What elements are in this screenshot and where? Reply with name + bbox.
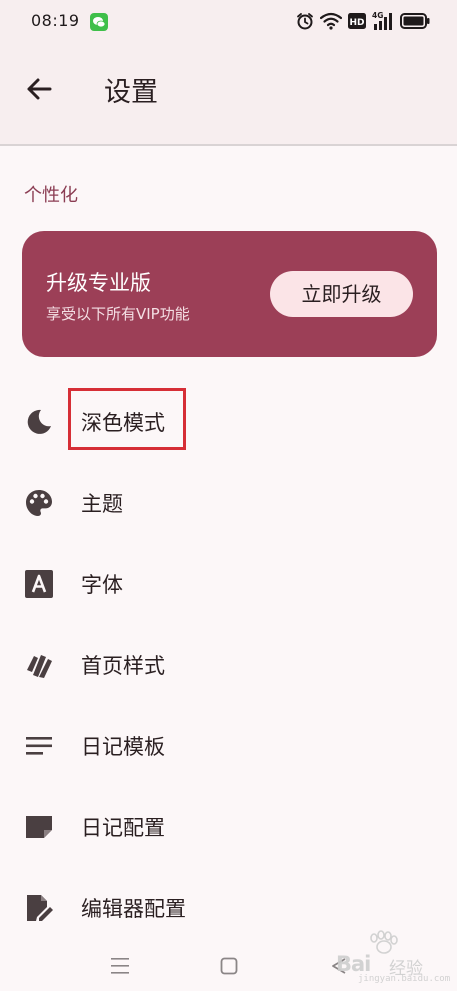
network-label: 4G	[372, 11, 383, 20]
setting-label-home-style: 首页样式	[81, 654, 165, 678]
baidu-watermark: Bai 经验 jingyan.baidu.com	[336, 930, 450, 986]
app-bar: 设置	[0, 44, 457, 144]
cards-icon	[27, 655, 52, 678]
note-icon	[26, 816, 52, 838]
status-time: 08:19	[31, 11, 80, 30]
arrow-left-icon[interactable]	[22, 72, 56, 106]
wechat-icon	[90, 13, 108, 31]
app-bar-divider	[0, 144, 457, 146]
upgrade-pro-card[interactable]: 升级专业版 享受以下所有VIP功能 立即升级	[22, 231, 437, 357]
moon-icon	[27, 409, 51, 434]
setting-item-dark-mode[interactable]: 深色模式	[0, 381, 457, 462]
upgrade-card-title: 升级专业版	[46, 271, 151, 295]
hd-icon: HD	[348, 13, 366, 29]
setting-item-diary-config[interactable]: 日记配置	[0, 786, 457, 867]
setting-label-diary-config: 日记配置	[81, 816, 165, 840]
battery-icon	[400, 13, 430, 29]
text-lines-icon	[26, 737, 52, 755]
upgrade-now-button[interactable]: 立即升级	[270, 271, 413, 317]
setting-item-diary-template[interactable]: 日记模板	[0, 705, 457, 786]
palette-icon	[26, 490, 52, 516]
setting-label-font: 字体	[81, 573, 123, 597]
setting-item-home-style[interactable]: 首页样式	[0, 624, 457, 705]
home-square-icon[interactable]	[220, 957, 238, 975]
setting-item-theme[interactable]: 主题	[0, 462, 457, 543]
section-title-personalization: 个性化	[24, 185, 78, 206]
alarm-icon	[297, 13, 313, 30]
settings-list: 深色模式 主题 字体 首页样式 日记模板 日记配置 编辑器配置	[0, 381, 457, 948]
setting-label-diary-template: 日记模板	[81, 735, 165, 759]
wifi-icon	[320, 12, 342, 30]
edit-note-icon	[27, 895, 53, 921]
signal-icon: 4G	[372, 11, 392, 30]
upgrade-card-subtitle: 享受以下所有VIP功能	[46, 305, 190, 323]
setting-label-editor-config: 编辑器配置	[81, 897, 186, 921]
watermark-text: Bai	[336, 952, 371, 976]
setting-item-font[interactable]: 字体	[0, 543, 457, 624]
hd-label: HD	[349, 18, 364, 28]
font-icon	[25, 570, 53, 598]
paw-icon	[370, 930, 398, 954]
setting-label-dark-mode: 深色模式	[81, 411, 165, 435]
page-title: 设置	[104, 77, 158, 108]
status-icons: HD 4G	[296, 10, 430, 32]
status-bar: 08:19 HD 4G	[0, 0, 457, 44]
watermark-url: jingyan.baidu.com	[358, 974, 451, 984]
setting-label-theme: 主题	[81, 492, 123, 516]
menu-icon[interactable]	[109, 957, 131, 975]
